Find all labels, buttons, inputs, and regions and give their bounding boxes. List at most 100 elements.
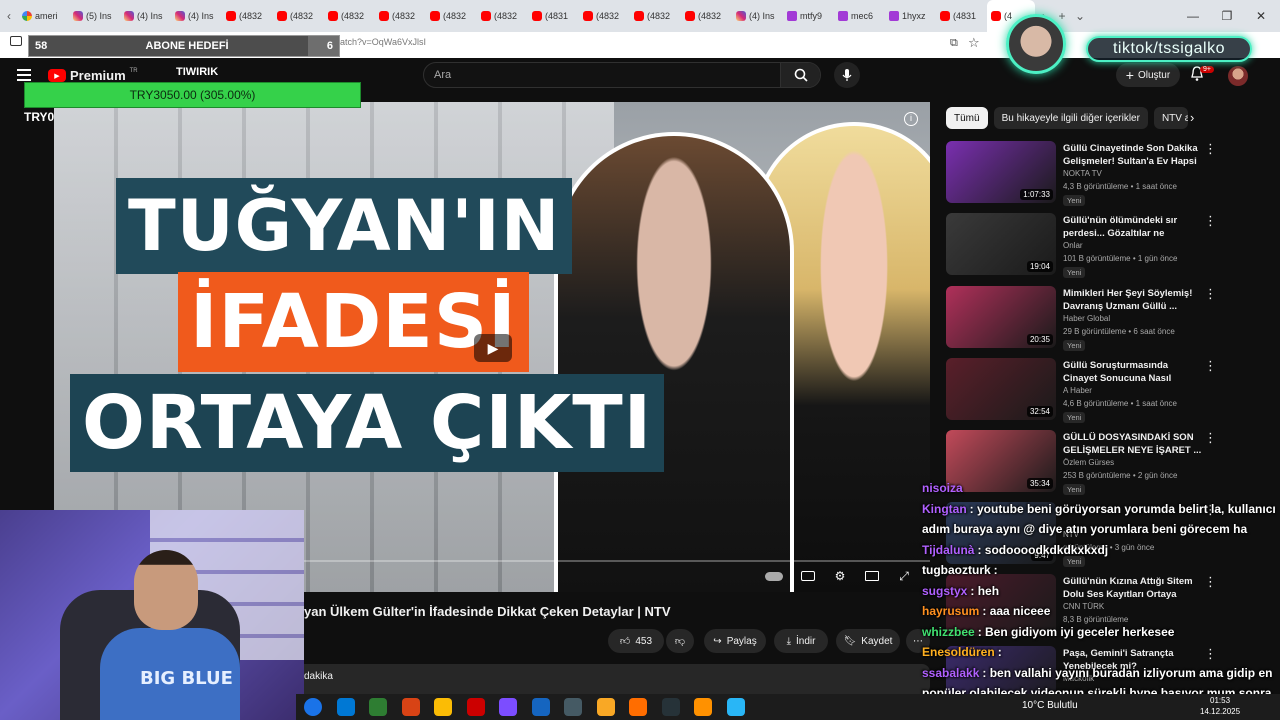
recommended-video[interactable]: 32:54 Güllü Soruşturmasında Cinayet Sonuc… — [946, 358, 1276, 424]
minimize-icon[interactable]: — — [1176, 0, 1210, 32]
screen-icon[interactable]: ⧉ — [950, 37, 958, 50]
browser-tab[interactable]: mtfy9 — [783, 0, 834, 32]
new-badge: Yeni — [1063, 267, 1086, 278]
thumbs-down-icon: 👎︎ — [674, 636, 686, 647]
bookmark-icon: 🔖︎ — [843, 635, 857, 647]
taskbar-app-icon[interactable] — [499, 698, 517, 716]
tab-scroll-left-icon[interactable]: ‹ — [0, 9, 18, 23]
taskbar-app-icon[interactable] — [466, 698, 485, 716]
recommended-video-thumbnail[interactable]: 20:35 — [946, 286, 1056, 348]
chat-text: : youtube beni görüyorsan yorumda belirt… — [969, 501, 1276, 516]
youtube-icon — [430, 11, 440, 21]
miniplayer-icon[interactable] — [862, 568, 882, 584]
recommended-video[interactable]: 1:07:33 Güllü Cinayetinde Son Dakika Geli… — [946, 141, 1276, 207]
taskbar-app-icon[interactable] — [531, 698, 550, 716]
chat-text: : sodoooodkdkdkxkxdj — [977, 542, 1109, 557]
browser-tab[interactable]: (4) Ins — [120, 0, 171, 32]
browser-tab[interactable]: (5) Ins — [69, 0, 120, 32]
subtitles-icon[interactable] — [798, 568, 818, 584]
browser-tab[interactable]: (4832 — [630, 0, 681, 32]
download-button[interactable]: ⤓ İndir — [774, 629, 828, 653]
browser-tab[interactable]: mec6 — [834, 0, 885, 32]
browser-tab[interactable]: (4832 — [375, 0, 426, 32]
more-vertical-icon[interactable]: ⋮ — [1204, 213, 1217, 229]
fullscreen-icon[interactable]: ⤢ — [894, 568, 914, 584]
autoplay-toggle-icon[interactable] — [764, 568, 784, 584]
chip-all[interactable]: Tümü — [946, 107, 988, 129]
bookmark-star-icon[interactable]: ☆ — [968, 35, 980, 51]
taskbar-app-icon[interactable] — [726, 698, 745, 716]
new-badge: Yeni — [1063, 195, 1086, 206]
browser-tab[interactable]: 1hyxz — [885, 0, 936, 32]
hamburger-menu-icon[interactable] — [17, 69, 31, 81]
more-vertical-icon[interactable]: ⋮ — [1204, 286, 1217, 302]
recommended-video-title: Güllü Soruşturmasında Cinayet Sonucuna N… — [1063, 360, 1172, 384]
browser-tab[interactable]: (4832 — [273, 0, 324, 32]
browser-tab[interactable]: (4) Ins — [732, 0, 783, 32]
share-button[interactable]: ↪ Paylaş — [704, 629, 766, 653]
settings-gear-icon[interactable]: ⚙ — [830, 568, 850, 584]
info-icon[interactable]: i — [904, 112, 918, 126]
voice-search-button[interactable] — [834, 62, 860, 88]
more-vertical-icon[interactable]: ⋮ — [1204, 141, 1217, 157]
taskbar-app-icon[interactable] — [401, 698, 420, 716]
tab-list-menu-icon[interactable]: ⌄ — [1071, 9, 1089, 23]
taskbar-app-icon[interactable] — [564, 698, 582, 716]
recommended-video-thumbnail[interactable]: 19:04 — [946, 213, 1056, 275]
more-vertical-icon[interactable]: ⋮ — [1204, 358, 1217, 374]
tab-label: (4832 — [341, 11, 365, 21]
browser-tab[interactable]: (4832 — [426, 0, 477, 32]
recommended-video-thumbnail[interactable]: 32:54 — [946, 358, 1056, 420]
play-overlay-icon[interactable]: ▶ — [474, 334, 512, 362]
recommended-video[interactable]: 19:04 Güllü'nün ölümündeki sır perdesi...… — [946, 213, 1276, 279]
browser-tab[interactable]: (4831 — [528, 0, 579, 32]
weather-widget[interactable]: 10°C Bulutlu — [1022, 700, 1078, 711]
taskbar-app-icon[interactable] — [694, 698, 712, 716]
more-vertical-icon[interactable]: ⋮ — [1204, 430, 1217, 446]
sidebar-toggle-icon[interactable] — [10, 36, 22, 46]
browser-tab[interactable]: (4832 — [324, 0, 375, 32]
browser-tab[interactable]: (4832 — [579, 0, 630, 32]
chip-channel[interactable]: NTV a — [1153, 107, 1188, 129]
tiktok-handle: tiktok/tssigalko — [1086, 36, 1252, 62]
youtube-logo[interactable]: ▶ Premium TR — [48, 68, 138, 83]
taskbar-app-icon[interactable] — [304, 698, 322, 716]
dislike-button[interactable]: 👎︎ — [666, 629, 694, 653]
browser-tab[interactable]: ameri — [18, 0, 69, 32]
description-box[interactable] — [296, 664, 930, 694]
account-avatar[interactable] — [1228, 66, 1248, 86]
close-window-icon[interactable]: ✕ — [1244, 0, 1278, 32]
browser-tab[interactable]: (4831 — [936, 0, 987, 32]
chevron-right-icon[interactable]: › — [1190, 110, 1194, 125]
chip-related-story[interactable]: Bu hikayeyle ilgili diğer içerikler — [993, 107, 1148, 129]
recommended-video-thumbnail[interactable]: 1:07:33 — [946, 141, 1056, 203]
tab-label: mtfy9 — [800, 11, 823, 21]
recommended-video[interactable]: 35:34 GÜLLÜ DOSYASINDAKİ SON GELİŞMELER N… — [946, 430, 1276, 496]
like-button[interactable]: 👍︎ 453 — [608, 629, 664, 653]
browser-tab[interactable]: (4832 — [477, 0, 528, 32]
create-button[interactable]: + Oluştur — [1116, 63, 1180, 87]
search-input[interactable]: Ara — [434, 69, 451, 81]
recommended-video[interactable]: 20:35 Mimikleri Her Şeyi Söylemiş! Davran… — [946, 286, 1276, 352]
search-box[interactable]: Ara — [423, 62, 821, 88]
tab-label: (4832 — [239, 11, 263, 21]
browser-tab[interactable]: (4832 — [222, 0, 273, 32]
save-button[interactable]: 🔖︎ Kaydet — [836, 629, 900, 653]
new-badge: Yeni — [1063, 412, 1086, 423]
more-vertical-icon[interactable]: ⋮ — [1204, 574, 1217, 590]
browser-tab[interactable]: (4832 — [681, 0, 732, 32]
chat-username: hayrusum — [922, 604, 980, 618]
taskbar-app-icon[interactable] — [336, 698, 355, 716]
search-button[interactable] — [780, 63, 820, 87]
taskbar-app-icon[interactable] — [596, 698, 615, 716]
more-vertical-icon[interactable]: ⋮ — [1204, 646, 1217, 662]
browser-tab[interactable]: (4) Ins — [171, 0, 222, 32]
maximize-icon[interactable]: ❐ — [1210, 0, 1244, 32]
youtube-icon — [634, 11, 644, 21]
taskbar-app-icon[interactable] — [369, 698, 387, 716]
taskbar-app-icon[interactable] — [434, 698, 452, 716]
system-clock[interactable]: 01:53 14.12.2025 — [1200, 695, 1240, 717]
url-text[interactable]: atch?v=OqWa6VxJlsI — [340, 37, 426, 47]
taskbar-app-icon[interactable] — [661, 698, 680, 716]
taskbar-app-icon[interactable] — [629, 698, 647, 716]
